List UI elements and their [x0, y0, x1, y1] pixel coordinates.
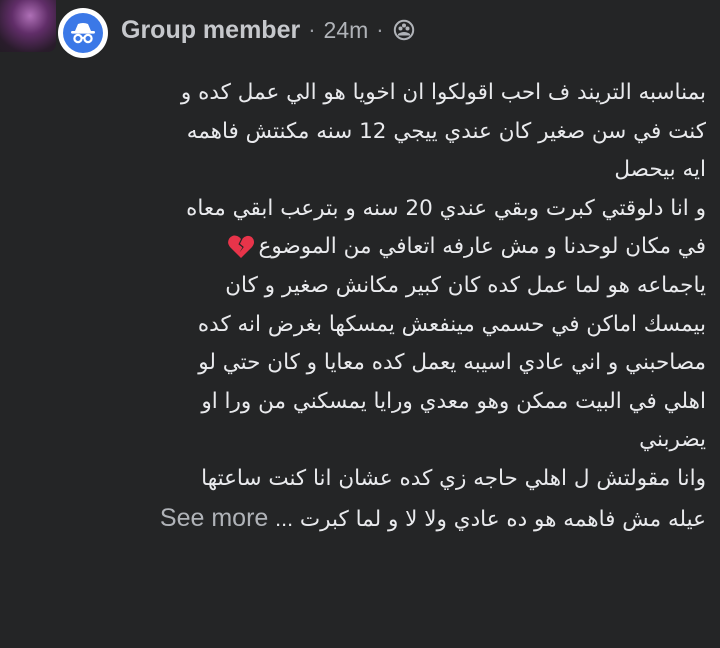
anonymous-member-icon: [63, 13, 103, 53]
post-line: وانا مقولتش ل اهلي حاجه زي كده عشان انا …: [201, 465, 706, 491]
see-more-link[interactable]: See more: [160, 504, 268, 532]
post-line: كنت في سن صغير كان عندي ييجي 12 سنه مكنت…: [186, 118, 706, 144]
post-line: ياجماعه هو لما عمل كده كان كبير مكانش صغ…: [225, 272, 706, 298]
group-avatar[interactable]: [0, 0, 56, 52]
post-line: يضربني: [639, 427, 706, 453]
group-privacy-icon[interactable]: [392, 18, 416, 42]
broken-heart-icon: [227, 235, 254, 259]
post-text: بمناسبه التريند ف احب اقولكوا ان اخويا ه…: [24, 74, 706, 539]
author-line: Group member · 24m ·: [121, 14, 416, 46]
post-line-text: في مكان لوحدنا و مش عارفه اتعافي من المو…: [258, 234, 706, 260]
post-line: و انا دلوقتي كبرت وبقي عندي 20 سنه و بتر…: [186, 195, 706, 221]
separator-dot: ·: [308, 17, 316, 42]
anonymous-member-avatar[interactable]: [58, 8, 108, 58]
post-line: مصاحبني و اني عادي اسيبه يعمل كده معايا …: [198, 350, 706, 376]
post-line: في مكان لوحدنا و مش عارفه اتعافي من المو…: [24, 228, 706, 267]
post-header: Group member · 24m ·: [0, 0, 720, 64]
post-line: ايه بيحصل: [614, 157, 706, 183]
author-name[interactable]: Group member: [121, 16, 300, 45]
post-line: عيله مش فاهمه هو ده عادي ولا لا و لما كب…: [24, 499, 706, 540]
ellipsis: ...: [275, 506, 294, 531]
post-line-text: عيله مش فاهمه هو ده عادي ولا لا و لما كب…: [299, 506, 706, 532]
post-timestamp[interactable]: 24m: [324, 17, 369, 44]
post-line: اهلي في البيت ممكن وهو معدي ورايا يمسكني…: [201, 388, 706, 414]
post-line: بمناسبه التريند ف احب اقولكوا ان اخويا ه…: [180, 80, 706, 105]
separator-dot: ·: [376, 17, 384, 42]
post-line: بيمسك اماكن في حسمي مينفعش يمسكها بغرض ا…: [197, 311, 706, 337]
